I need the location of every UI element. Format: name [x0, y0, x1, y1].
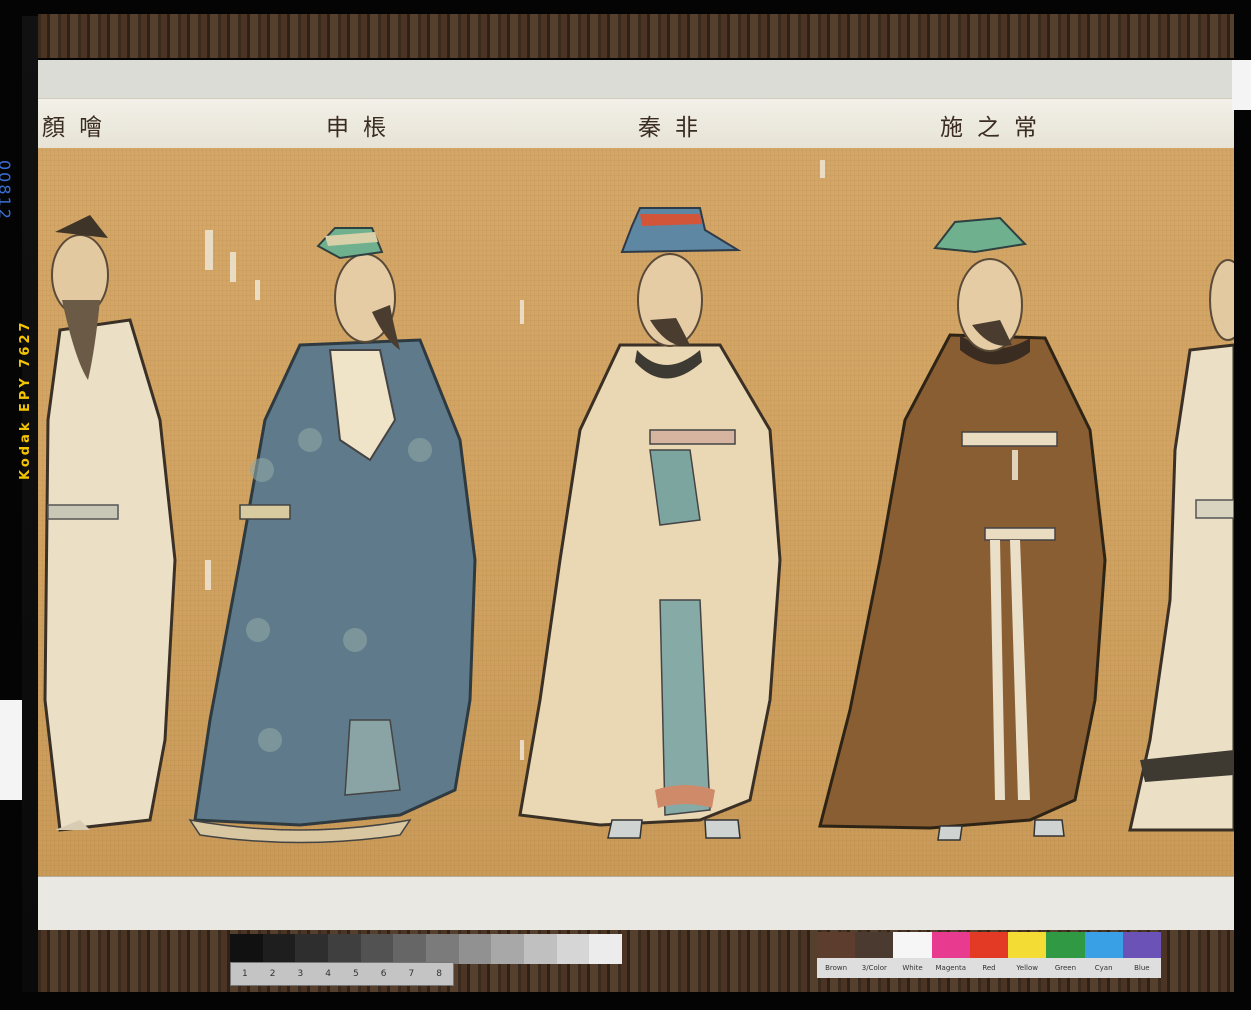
color-patch-label: Magenta [931, 958, 970, 978]
color-patch: Cyan [1084, 932, 1123, 978]
color-patch: Blue [1122, 932, 1161, 978]
grayscale-step [360, 934, 394, 964]
color-patch-label: Cyan [1084, 958, 1123, 978]
grayscale-step [589, 934, 623, 964]
figures-layer [43, 160, 1234, 844]
color-patch-swatch [1046, 932, 1085, 958]
grayscale-step [393, 934, 427, 964]
color-patch: Green [1046, 932, 1085, 978]
color-patch-swatch [893, 932, 932, 958]
color-patch-label: Brown [817, 958, 856, 978]
ruler-tick-label: 5 [353, 969, 359, 979]
ruler-tick-label: 1 [242, 969, 248, 979]
color-patch-label: Blue [1122, 958, 1161, 978]
figure-left-partial [43, 215, 177, 832]
grayscale-step [230, 934, 263, 964]
grayscale-calibration-strip [230, 934, 623, 964]
color-patch-swatch [855, 932, 894, 958]
grayscale-step [556, 934, 590, 964]
color-patch: Magenta [931, 932, 970, 978]
color-patch-swatch [969, 932, 1009, 958]
figure-brown-robe [818, 216, 1107, 841]
grayscale-step [458, 934, 492, 964]
grayscale-step [328, 934, 361, 964]
color-patch: Red [969, 932, 1009, 978]
figure-cream-robe [518, 207, 782, 839]
mount-bottom-band [38, 876, 1234, 933]
figure-blue-robe [188, 227, 477, 844]
ruler-tick-label: 6 [380, 969, 387, 979]
ruler-tick-label: 8 [436, 969, 442, 979]
ruler-tick-label: 4 [325, 969, 331, 979]
color-patch-label: Yellow [1008, 958, 1047, 978]
color-patch-swatch [931, 932, 970, 958]
color-patch-swatch [1122, 932, 1161, 958]
color-patch: Brown [817, 932, 856, 978]
color-patch-label: Red [969, 958, 1009, 978]
color-patch-swatch [817, 932, 856, 958]
color-calibration-chart: Brown 3/Color White Magenta Red Yellow Green Cy… [817, 932, 1161, 978]
measurement-ruler: 1 2 3 4 5 6 7 8 [230, 962, 454, 986]
figure-right-partial [1128, 259, 1234, 832]
ruler-tick-label: 2 [269, 969, 276, 979]
grayscale-step [524, 934, 557, 964]
grayscale-step [262, 934, 296, 964]
color-patch: White [893, 932, 932, 978]
film-edge-notch [0, 700, 22, 800]
color-patch-swatch [1008, 932, 1047, 958]
ruler-tick-label: 7 [408, 969, 415, 979]
ruler-tick-label: 3 [297, 969, 304, 979]
color-patch: Yellow [1008, 932, 1047, 978]
grayscale-step [491, 934, 525, 964]
film-edge-notch [1232, 60, 1251, 110]
color-patch-label: Green [1046, 958, 1085, 978]
color-patch-swatch [1084, 932, 1123, 958]
grayscale-step [426, 934, 459, 964]
color-patch: 3/Color [855, 932, 894, 978]
color-patch-label: 3/Color [855, 958, 894, 978]
grayscale-step [295, 934, 329, 964]
color-patch-label: White [893, 958, 932, 978]
